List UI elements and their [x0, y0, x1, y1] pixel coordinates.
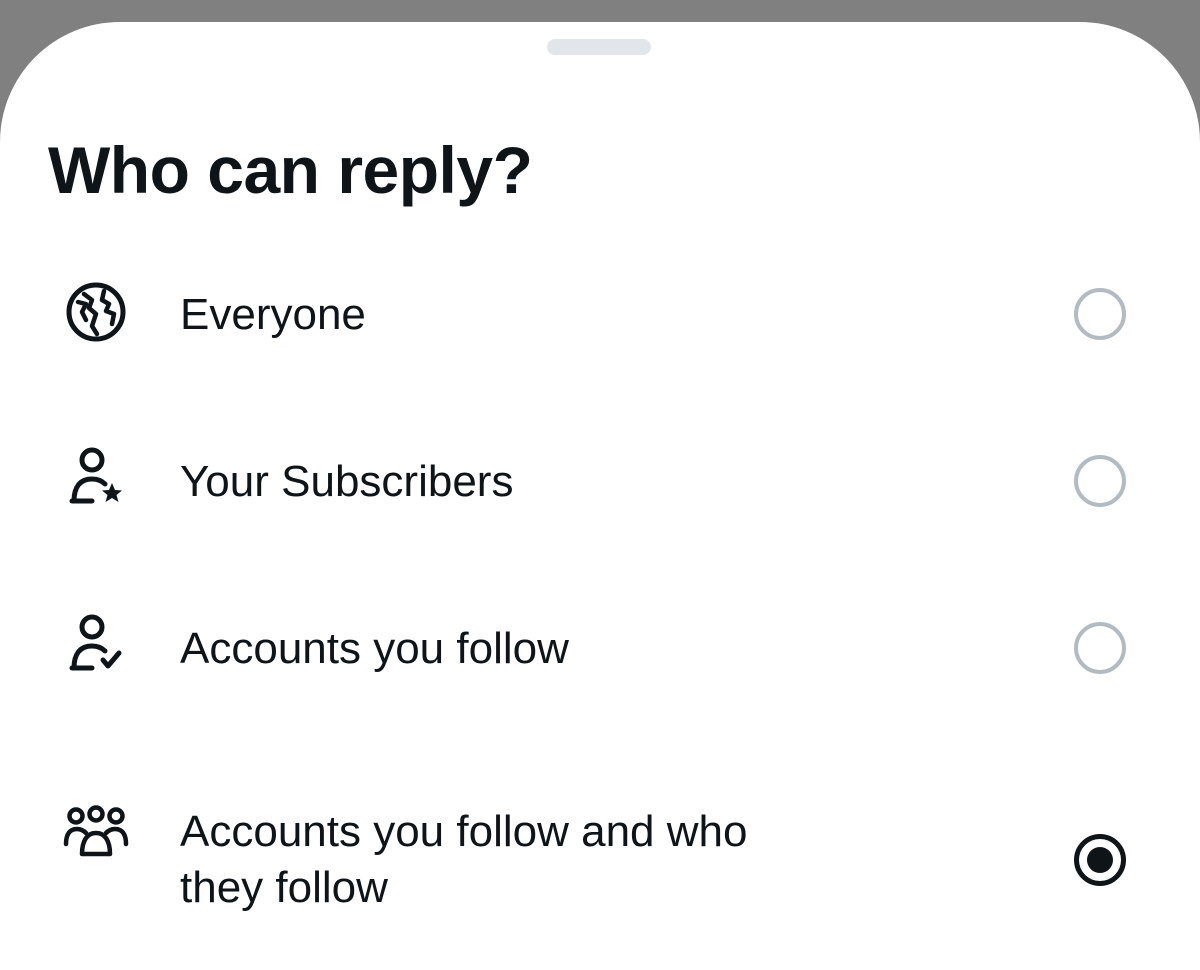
radio-accounts-you-follow[interactable] [1074, 622, 1126, 674]
option-your-subscribers[interactable]: Your Subscribers [0, 417, 1200, 547]
option-accounts-you-follow[interactable]: Accounts you follow [0, 584, 1200, 714]
option-everyone[interactable]: Everyone [0, 250, 1200, 380]
option-label: Accounts you follow and who they follow [180, 807, 748, 912]
sheet-grabber-handle[interactable] [547, 39, 651, 55]
bottom-sheet: Who can reply? Everyone Your Subscribers [0, 22, 1200, 970]
radio-everyone[interactable] [1074, 288, 1126, 340]
option-label: Accounts you follow [180, 624, 569, 673]
people-group-icon [62, 800, 130, 868]
sheet-title: Who can reply? [48, 133, 533, 207]
globe-icon [62, 278, 130, 346]
option-accounts-you-follow-and-who-they-follow[interactable]: Accounts you follow and who they follow [0, 770, 1200, 920]
radio-accounts-you-follow-and-who-they-follow[interactable] [1074, 834, 1126, 886]
option-label: Your Subscribers [180, 457, 514, 506]
radio-selected-dot [1087, 847, 1113, 873]
person-check-icon [62, 612, 130, 680]
option-label: Everyone [180, 290, 366, 339]
radio-your-subscribers[interactable] [1074, 455, 1126, 507]
person-star-icon [62, 445, 130, 513]
